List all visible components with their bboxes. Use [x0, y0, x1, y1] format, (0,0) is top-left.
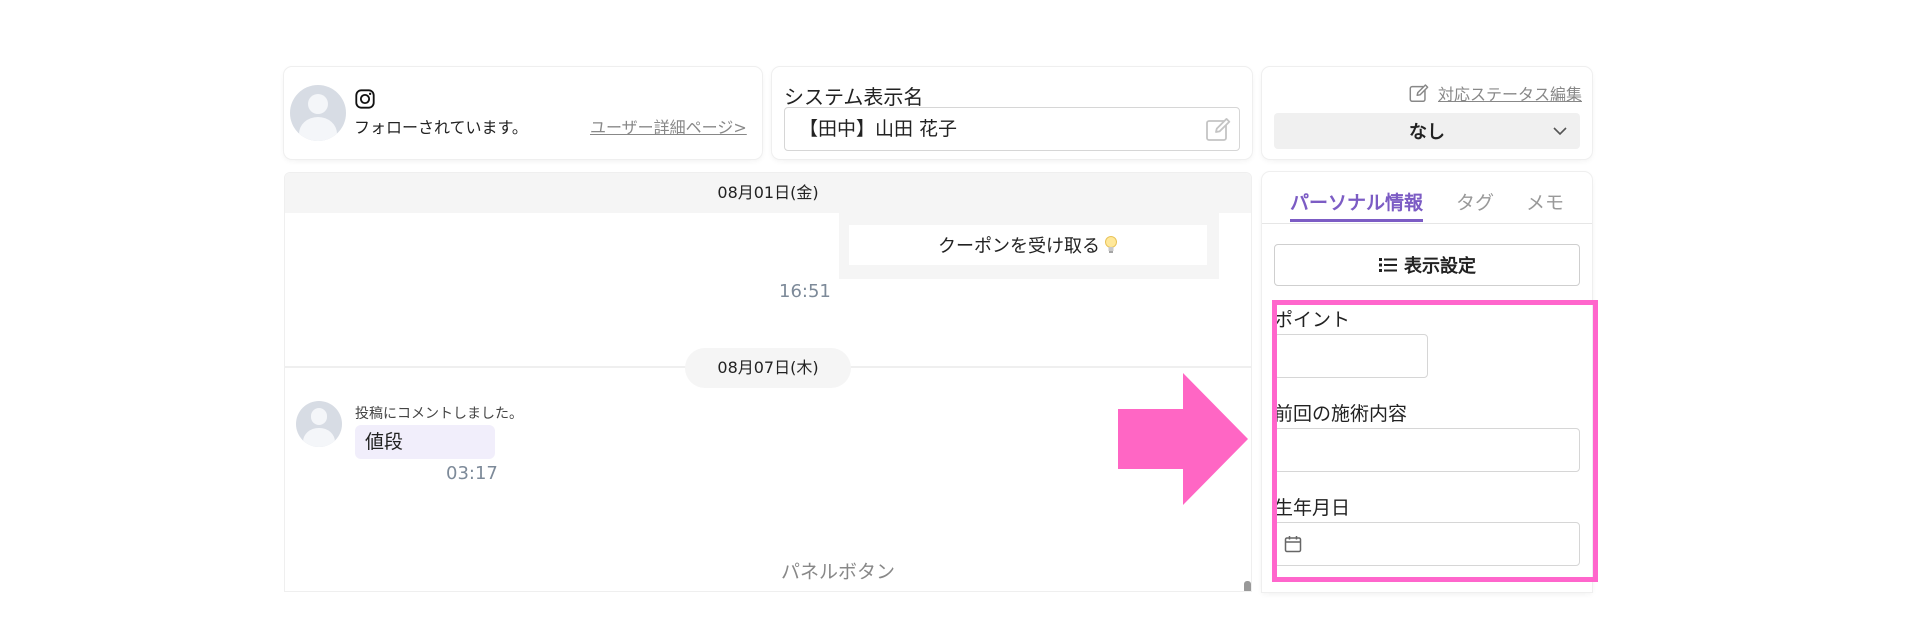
status-select[interactable]: なし	[1274, 113, 1580, 149]
light-bulb-icon	[1105, 236, 1117, 253]
status-edit-label: 対応ステータス編集	[1437, 85, 1582, 104]
system-name-label: システム表示名	[784, 85, 924, 109]
display-settings-label: 表示設定	[1404, 256, 1476, 277]
coupon-message-bubble[interactable]: クーポンを受け取る	[849, 225, 1207, 265]
comment-action-text: 投稿にコメントしました。	[355, 406, 523, 422]
highlight-frame	[1272, 300, 1598, 582]
display-settings-button[interactable]: 表示設定	[1274, 244, 1580, 286]
outgoing-message-wrap: クーポンを受け取る	[839, 213, 1219, 279]
message-timestamp: 03:17	[446, 463, 498, 484]
user-avatar	[290, 85, 346, 141]
tab-personal-info[interactable]: パーソナル情報	[1290, 188, 1424, 222]
edit-icon[interactable]	[1204, 115, 1232, 143]
tab-memo[interactable]: メモ	[1526, 188, 1564, 215]
chevron-down-icon	[1553, 127, 1567, 136]
tab-bar: パーソナル情報 タグ メモ	[1262, 172, 1592, 224]
chat-area[interactable]: 08月01日(金) クーポンを受け取る 16:51 08月07日(木) 投稿にコ…	[284, 172, 1252, 592]
list-icon	[1379, 258, 1397, 272]
user-detail-link[interactable]: ユーザー詳細ページ>	[590, 114, 747, 138]
user-info-card: フォローされています。 ユーザー詳細ページ>	[284, 67, 762, 159]
date-separator: 08月01日(金)	[285, 173, 1251, 213]
status-card: 対応ステータス編集 なし	[1262, 67, 1592, 159]
pink-arrow-icon	[1118, 373, 1248, 505]
date-separator: 08月07日(木)	[685, 348, 851, 388]
message-timestamp: 16:51	[779, 281, 831, 302]
user-avatar	[296, 401, 342, 447]
status-selected-value: なし	[1409, 122, 1445, 143]
comment-message-bubble[interactable]: 値段	[355, 425, 495, 459]
system-name-card: システム表示名 【田中】山田 花子	[772, 67, 1252, 159]
scrollbar-thumb[interactable]	[1244, 581, 1251, 591]
system-name-field[interactable]: 【田中】山田 花子	[784, 107, 1240, 151]
follow-status-text: フォローされています。	[354, 118, 528, 137]
coupon-message-text: クーポンを受け取る	[938, 236, 1100, 257]
status-edit-link[interactable]: 対応ステータス編集	[1408, 81, 1582, 105]
edit-icon	[1409, 84, 1429, 102]
instagram-icon	[355, 89, 375, 109]
panel-button[interactable]: パネルボタン	[781, 557, 895, 584]
tab-tags[interactable]: タグ	[1456, 188, 1494, 215]
